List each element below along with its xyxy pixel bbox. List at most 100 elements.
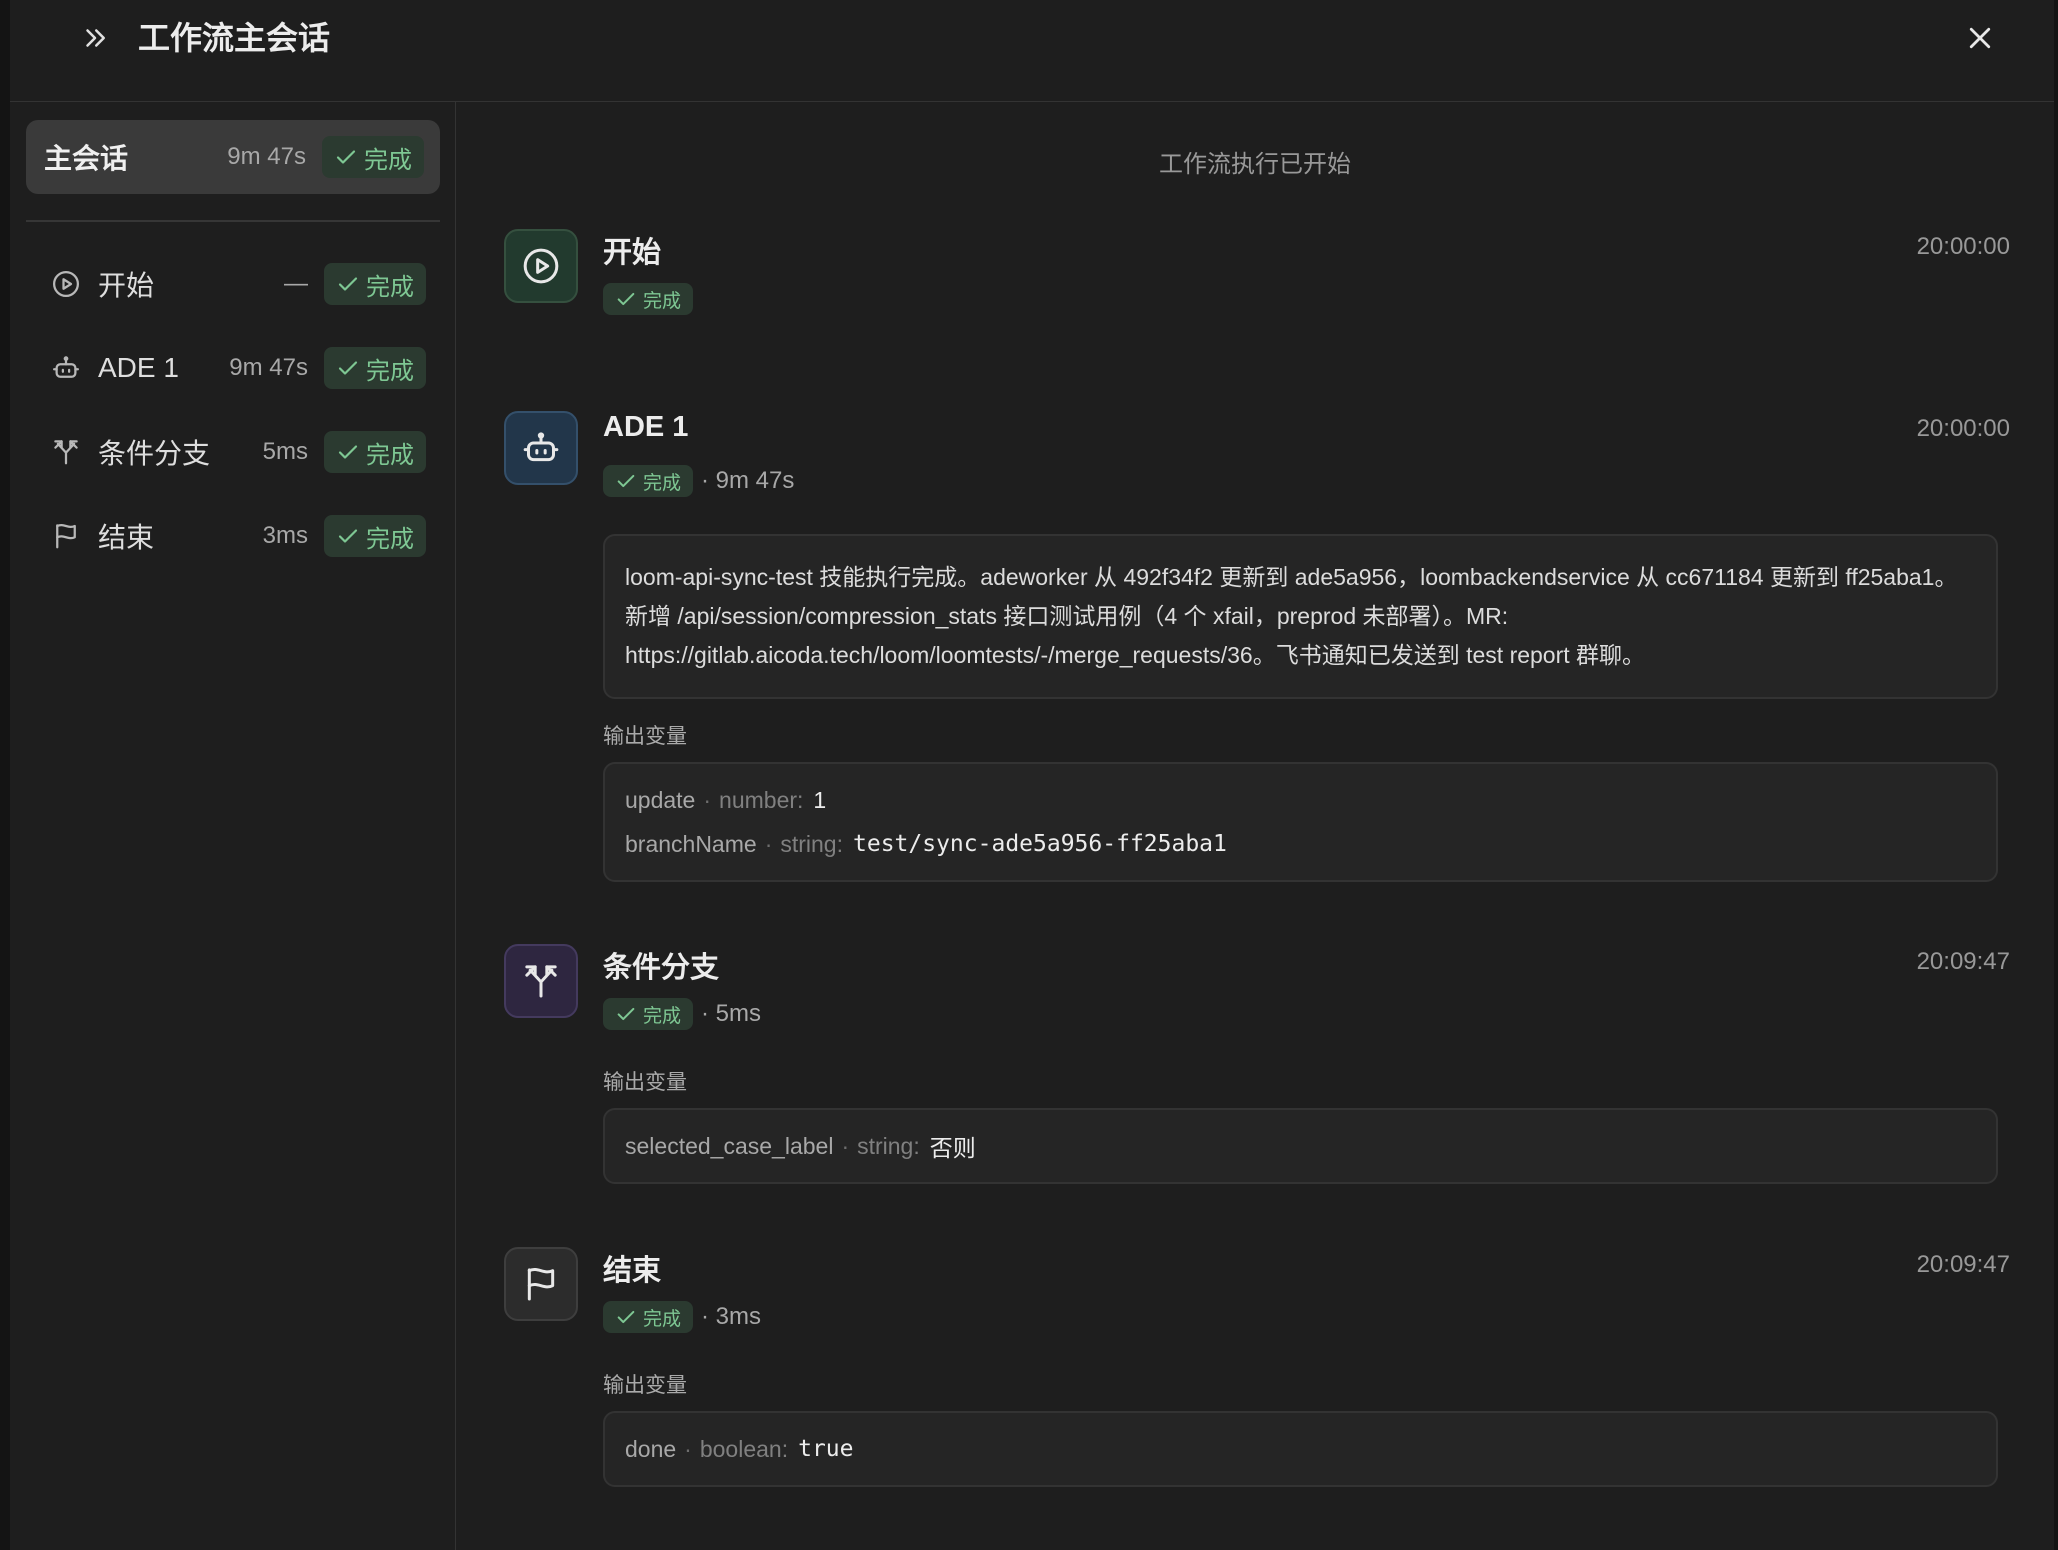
bot-icon <box>523 432 559 462</box>
page-title: 工作流主会话 <box>138 20 331 56</box>
sidebar-item-start[interactable]: 开始 — 完成 <box>26 242 440 326</box>
separator-dot: · <box>764 830 773 857</box>
node-end: 结束 20:09:47 完成 · 3ms 输出变量 done · boolean… <box>504 1247 2010 1487</box>
status-text: 完成 <box>364 146 412 174</box>
duration-text: — <box>284 270 308 297</box>
node-icon-box <box>504 229 578 303</box>
status-badge: 完成 <box>603 1301 694 1333</box>
node-title: ADE 1 <box>603 411 689 443</box>
node-icon-box <box>504 1247 578 1321</box>
variable-row: branchName · string: test/sync-ade5a956-… <box>625 822 1976 866</box>
node-status: 完成 · 3ms <box>603 1301 761 1333</box>
branch-icon <box>525 965 557 998</box>
sidebar-item-main-session[interactable]: 主会话 9m 47s 完成 <box>26 120 440 194</box>
sidebar-item-label: 结束 <box>98 522 155 553</box>
node-title: 结束 <box>603 1255 662 1287</box>
status-badge: 完成 <box>324 515 426 557</box>
variable-row: selected_case_label · string: 否则 <box>625 1124 976 1168</box>
background-edge-left <box>0 0 10 1550</box>
node-message: loom-api-sync-test 技能执行完成。adeworker 从 49… <box>603 534 1998 699</box>
variable-name: selected_case_label <box>625 1132 834 1159</box>
status-badge: 完成 <box>603 283 694 315</box>
sidebar-item-label: 开始 <box>98 270 155 301</box>
node-icon-box <box>504 944 578 1018</box>
output-variables-label: 输出变量 <box>603 1071 687 1094</box>
status-text: 完成 <box>366 525 414 553</box>
bot-icon <box>50 352 82 384</box>
variable-value: true <box>798 1436 854 1462</box>
close-button[interactable] <box>1958 18 2002 58</box>
chevrons-right-icon <box>86 29 105 47</box>
output-variables-label: 输出变量 <box>603 725 687 748</box>
workflow-session-panel: 工作流主会话 主会话 9m 47s 完成 开始 — 完成 ADE 1 9m 47… <box>10 0 2054 1550</box>
node-time: 20:00:00 <box>1916 415 2010 442</box>
node-duration: · 9m 47s <box>701 467 795 494</box>
check-icon <box>617 292 635 306</box>
sidebar-item-label: 主会话 <box>44 143 129 174</box>
check-icon <box>617 474 635 488</box>
duration-text: 9m 47s <box>229 354 308 381</box>
flag-icon <box>527 1267 555 1301</box>
node-time: 20:00:00 <box>1916 233 2010 260</box>
flag-icon <box>50 520 82 552</box>
step-list: 开始 — 完成 ADE 1 9m 47s 完成 条件分支 5ms 完成 结束 3… <box>26 242 440 578</box>
variable-row: update · number: 1 <box>625 778 1976 822</box>
variable-name: done <box>625 1435 677 1462</box>
status-text: 完成 <box>366 273 414 301</box>
branch-icon <box>50 436 82 468</box>
panel-header: 工作流主会话 <box>10 0 2054 102</box>
check-icon <box>338 529 358 543</box>
sidebar-item-ade-1[interactable]: ADE 1 9m 47s 完成 <box>26 326 440 410</box>
status-text: 完成 <box>643 1005 682 1027</box>
variable-value: 否则 <box>929 1135 976 1161</box>
divider <box>26 220 440 222</box>
status-badge: 完成 <box>324 431 426 473</box>
status-text: 完成 <box>366 441 414 469</box>
check-icon <box>617 1310 635 1324</box>
check-icon <box>338 361 358 375</box>
variable-type: number: <box>719 786 804 813</box>
duration-text: 5ms <box>262 438 308 465</box>
sidebar-item-label: ADE 1 <box>98 352 179 383</box>
sidebar-item-label: 条件分支 <box>98 438 211 469</box>
background-edge-right <box>2054 0 2058 1550</box>
check-icon <box>617 1007 635 1021</box>
variable-name: branchName <box>625 830 757 857</box>
separator-dot: · <box>703 786 712 813</box>
status-text: 完成 <box>366 357 414 385</box>
node-status: 完成 <box>603 283 694 315</box>
variable-type: string: <box>780 830 843 857</box>
output-variables-label: 输出变量 <box>603 1374 687 1397</box>
node-status: 完成 · 9m 47s <box>603 465 794 497</box>
node-title: 开始 <box>603 237 662 269</box>
node-duration: · 5ms <box>701 1000 762 1027</box>
separator-dot: · <box>684 1435 692 1462</box>
play-circle-icon <box>50 268 82 300</box>
variable-value: test/sync-ade5a956-ff25aba1 <box>853 831 1227 857</box>
variable-name: update <box>625 786 696 813</box>
output-variables-box: done · boolean: true <box>603 1411 1998 1487</box>
duration-text: 9m 47s <box>227 143 306 170</box>
node-icon-box <box>504 411 578 485</box>
node-duration: · 3ms <box>701 1303 762 1330</box>
output-variables-box: selected_case_label · string: 否则 <box>603 1108 1998 1184</box>
variable-type: string: <box>857 1132 920 1159</box>
play-circle-icon <box>523 248 559 284</box>
status-text: 完成 <box>643 1308 682 1330</box>
sidebar-item-condition-branch[interactable]: 条件分支 5ms 完成 <box>26 410 440 494</box>
status-text: 完成 <box>643 472 682 494</box>
check-icon <box>338 277 358 291</box>
expand-button[interactable] <box>70 18 120 58</box>
variable-type: boolean: <box>699 1435 789 1462</box>
sidebar-item-end[interactable]: 结束 3ms 完成 <box>26 494 440 578</box>
status-text: 完成 <box>643 290 682 312</box>
status-badge: 完成 <box>324 263 426 305</box>
workflow-started-text: 工作流执行已开始 <box>1159 151 1351 178</box>
status-badge: 完成 <box>324 347 426 389</box>
node-time: 20:09:47 <box>1916 1251 2010 1278</box>
node-start: 开始 20:00:00 完成 <box>504 229 2010 329</box>
check-icon <box>338 445 358 459</box>
duration-text: 3ms <box>262 522 308 549</box>
status-badge: 完成 <box>603 465 694 497</box>
status-badge: 完成 <box>603 998 694 1030</box>
